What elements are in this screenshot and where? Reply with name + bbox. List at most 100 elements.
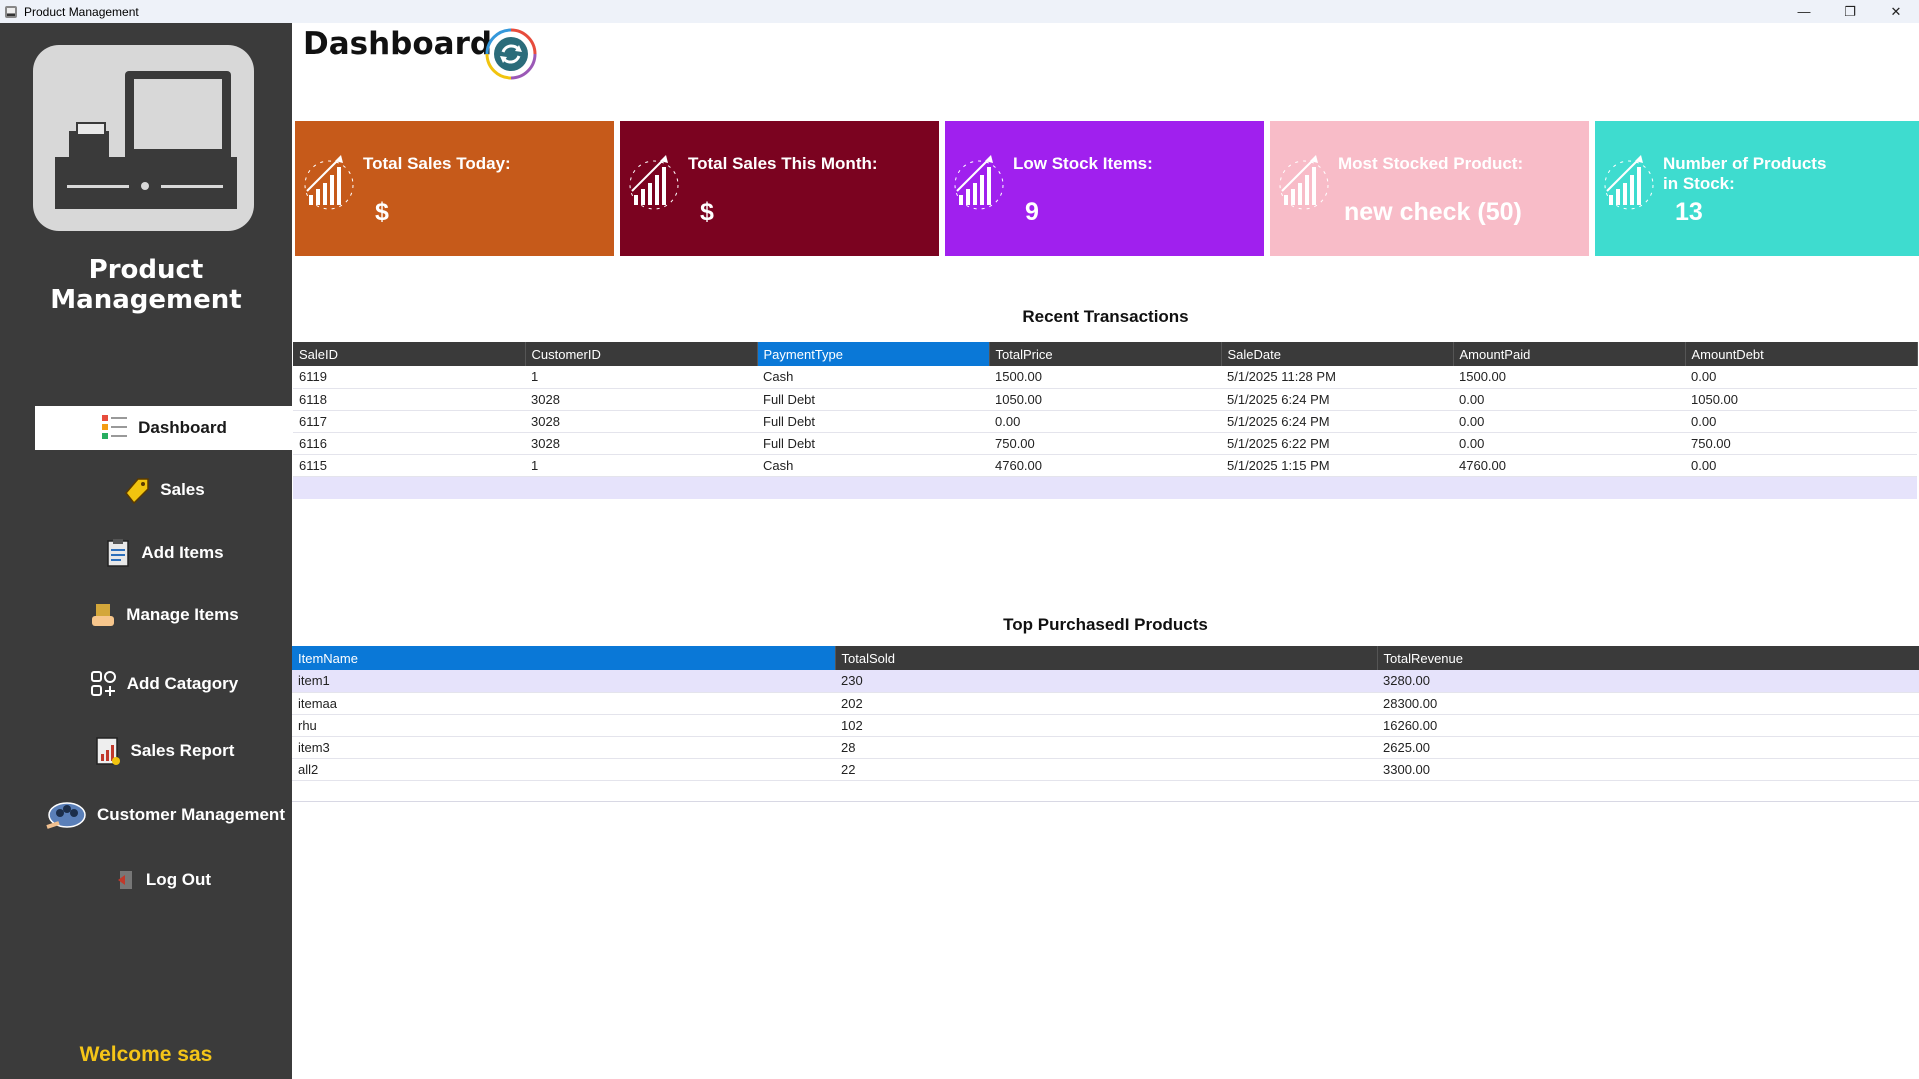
table-cell[interactable]: 0.00 (1685, 410, 1917, 433)
table-cell[interactable]: 6117 (293, 410, 525, 433)
table-cell[interactable]: Full Debt (757, 388, 989, 411)
sidebar-item-customer-management[interactable]: Customer Management (35, 793, 292, 837)
column-header-itemname[interactable]: ItemName (292, 646, 836, 670)
column-header-totalsold[interactable]: TotalSold (835, 646, 1378, 670)
table-row[interactable]: 6116 3028 Full Debt 750.00 5/1/2025 6:22… (293, 432, 1917, 455)
table-cell[interactable]: 1 (525, 454, 757, 477)
recent-transactions-table[interactable]: SaleID CustomerID PaymentType TotalPrice… (293, 342, 1918, 477)
table-cell[interactable]: Full Debt (757, 410, 989, 433)
sidebar-item-add-items[interactable]: Add Items (35, 531, 292, 575)
table-cell[interactable]: 0.00 (1685, 366, 1917, 389)
table-cell[interactable]: 0.00 (989, 410, 1221, 433)
refresh-icon[interactable] (481, 24, 541, 84)
table-cell[interactable]: 3028 (525, 432, 757, 455)
table-cell[interactable]: Full Debt (757, 432, 989, 455)
table-cell[interactable]: itemaa (292, 692, 835, 715)
table-row[interactable]: item1 230 3280.00 (292, 670, 1919, 693)
table-cell[interactable]: 6119 (293, 366, 525, 389)
column-header-saleid[interactable]: SaleID (293, 342, 526, 366)
column-header-amountdebt[interactable]: AmountDebt (1685, 342, 1918, 366)
table-cell[interactable]: 28 (835, 736, 1377, 759)
table-cell[interactable]: 102 (835, 714, 1377, 737)
table-cell[interactable]: 0.00 (1685, 454, 1917, 477)
column-header-saledate[interactable]: SaleDate (1221, 342, 1454, 366)
table-row[interactable]: rhu 102 16260.00 (292, 714, 1919, 737)
table-cell[interactable]: 0.00 (1453, 388, 1685, 411)
table-cell[interactable]: 3028 (525, 410, 757, 433)
table-row[interactable]: 6118 3028 Full Debt 1050.00 5/1/2025 6:2… (293, 388, 1917, 411)
sidebar-item-manage-items[interactable]: Manage Items (35, 593, 292, 637)
table-cell[interactable]: all2 (292, 758, 835, 781)
table-cell[interactable]: 0.00 (1453, 410, 1685, 433)
table-cell[interactable]: 1050.00 (989, 388, 1221, 411)
sidebar-item-add-catagory[interactable]: Add Catagory (35, 662, 292, 706)
table-cell[interactable]: 3300.00 (1377, 758, 1919, 781)
column-header-totalprice[interactable]: TotalPrice (989, 342, 1222, 366)
growth-chart-icon (954, 155, 1004, 210)
column-header-paymenttype[interactable]: PaymentType (757, 342, 990, 366)
table-cell[interactable]: 1500.00 (1453, 366, 1685, 389)
table-cell[interactable]: 0.00 (1453, 432, 1685, 455)
card-value: 13 (1675, 198, 1703, 226)
dashboard-list-icon (100, 413, 130, 443)
card-label: Total Sales Today: (363, 154, 511, 173)
table-cell[interactable]: 1050.00 (1685, 388, 1917, 411)
table-cell[interactable]: 1500.00 (989, 366, 1221, 389)
sidebar-item-log-out[interactable]: Log Out (35, 858, 292, 902)
table-row[interactable]: 6115 1 Cash 4760.00 5/1/2025 1:15 PM 476… (293, 454, 1917, 477)
table-cell[interactable]: 750.00 (1685, 432, 1917, 455)
table-cell[interactable]: 6118 (293, 388, 525, 411)
sidebar-app-name: Product Management (50, 255, 242, 315)
sidebar-item-sales[interactable]: Sales (35, 468, 292, 512)
sidebar-item-label: Dashboard (138, 418, 227, 437)
top-products-table[interactable]: ItemName TotalSold TotalRevenue item1 23… (292, 646, 1919, 781)
sidebar-item-dashboard[interactable]: Dashboard (35, 406, 292, 450)
sidebar-item-label: Log Out (145, 870, 212, 889)
table-cell[interactable]: 5/1/2025 11:28 PM (1221, 366, 1453, 389)
table-cell[interactable]: item3 (292, 736, 835, 759)
table-cell[interactable]: 5/1/2025 6:24 PM (1221, 410, 1453, 433)
computer-logo-icon (55, 71, 237, 209)
table-row[interactable]: 6117 3028 Full Debt 0.00 5/1/2025 6:24 P… (293, 410, 1917, 433)
column-header-amountpaid[interactable]: AmountPaid (1453, 342, 1686, 366)
sidebar-item-sales-report[interactable]: Sales Report (35, 729, 292, 773)
sidebar-item-label: Add Catagory (126, 674, 239, 693)
table-cell[interactable]: 2625.00 (1377, 736, 1919, 759)
column-header-totalrevenue[interactable]: TotalRevenue (1377, 646, 1919, 670)
table-cell[interactable]: rhu (292, 714, 835, 737)
table-row[interactable]: itemaa 202 28300.00 (292, 692, 1919, 715)
column-header-customerid[interactable]: CustomerID (525, 342, 758, 366)
table-cell[interactable]: 4760.00 (1453, 454, 1685, 477)
restore-button[interactable]: ❐ (1827, 0, 1873, 23)
clipboard-icon (103, 538, 133, 568)
recent-transactions-title: Recent Transactions (1022, 307, 1189, 326)
welcome-text: Welcome sas (79, 1043, 213, 1066)
table-cell[interactable]: 1 (525, 366, 757, 389)
table-row[interactable]: item3 28 2625.00 (292, 736, 1919, 759)
new-row-placeholder[interactable] (293, 477, 1917, 499)
table-cell[interactable]: 5/1/2025 6:22 PM (1221, 432, 1453, 455)
table-cell[interactable]: 3280.00 (1377, 670, 1919, 693)
table-cell[interactable]: Cash (757, 366, 989, 389)
minimize-button[interactable]: — (1781, 0, 1827, 23)
table-cell[interactable]: 5/1/2025 6:24 PM (1221, 388, 1453, 411)
table-cell[interactable]: 22 (835, 758, 1377, 781)
table-cell[interactable]: item1 (292, 670, 835, 693)
table-cell[interactable]: 4760.00 (989, 454, 1221, 477)
table-cell[interactable]: 750.00 (989, 432, 1221, 455)
report-chart-icon (93, 736, 123, 766)
table-row[interactable]: all2 22 3300.00 (292, 758, 1919, 781)
card-label: Number of Products in Stock: (1663, 154, 1827, 193)
table-cell[interactable]: 6116 (293, 432, 525, 455)
table-cell[interactable]: 3028 (525, 388, 757, 411)
table-cell[interactable]: 28300.00 (1377, 692, 1919, 715)
table-row[interactable]: 6119 1 Cash 1500.00 5/1/2025 11:28 PM 15… (293, 366, 1917, 389)
table-cell[interactable]: 16260.00 (1377, 714, 1919, 737)
table-cell[interactable]: Cash (757, 454, 989, 477)
sidebar-item-label: Add Items (141, 543, 224, 562)
table-cell[interactable]: 5/1/2025 1:15 PM (1221, 454, 1453, 477)
table-cell[interactable]: 230 (835, 670, 1377, 693)
table-cell[interactable]: 6115 (293, 454, 525, 477)
table-cell[interactable]: 202 (835, 692, 1377, 715)
close-button[interactable]: ✕ (1873, 0, 1919, 23)
